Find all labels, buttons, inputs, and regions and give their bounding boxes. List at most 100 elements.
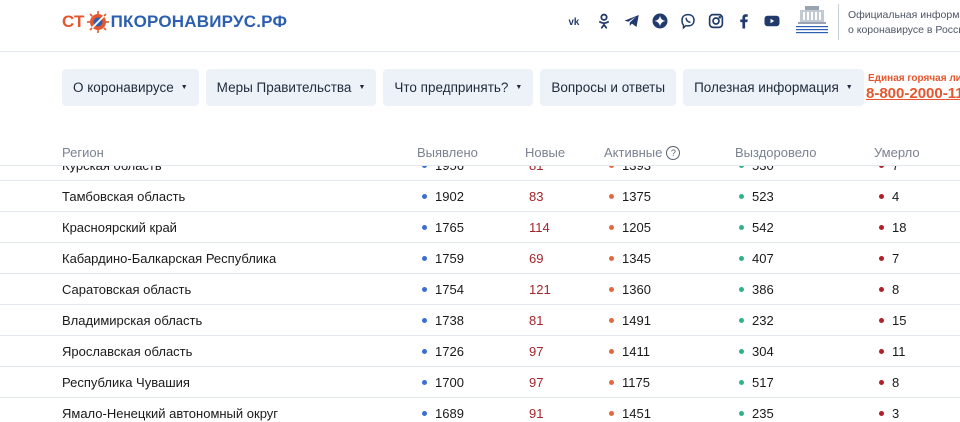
region-name: Ямало-Ненецкий автономный округ (62, 406, 278, 421)
detected-count-value: 1765 (435, 220, 464, 235)
region-name: Курская область (62, 166, 162, 173)
column-header-new[interactable]: Новые (525, 145, 565, 160)
status-dot-icon (879, 411, 884, 416)
region-name: Саратовская область (62, 282, 191, 297)
died-count: 7 (879, 251, 899, 266)
died-count-value: 18 (892, 220, 907, 235)
government-emblem-icon[interactable] (792, 2, 832, 42)
hotline-label: Единая горячая лини (868, 73, 960, 84)
social-links: vk (566, 10, 782, 32)
recovered-count: 530 (739, 166, 774, 173)
new-count-value: 83 (529, 189, 544, 204)
help-icon[interactable]: ? (666, 145, 681, 160)
nav-label: Вопросы и ответы (551, 80, 666, 95)
detected-count: 1765 (422, 220, 464, 235)
table-row[interactable]: Ямало-Ненецкий автономный округ 1689 91 145… (0, 398, 960, 422)
region-name-value: Саратовская область (62, 282, 192, 297)
status-dot-icon (609, 225, 614, 230)
table-row[interactable]: Тамбовская область 1902 83 1375 523 4 (0, 181, 960, 212)
detected-count: 1759 (422, 251, 464, 266)
vk-icon[interactable]: vk (566, 10, 586, 32)
active-count: 1451 (609, 406, 651, 421)
region-name-value: Ямало-Ненецкий автономный округ (62, 406, 279, 421)
region-name: Кабардино-Балкарская Республика (62, 251, 276, 266)
region-name-value: Курская область (62, 166, 162, 173)
region-name-value: Владимирская область (62, 313, 203, 328)
detected-count-value: 1759 (435, 251, 464, 266)
status-dot-icon (422, 194, 427, 199)
status-dot-icon (422, 166, 427, 168)
detected-count: 1902 (422, 189, 464, 204)
viber-icon[interactable] (678, 10, 698, 32)
nav-government-measures[interactable]: Меры Правительства ▼ (205, 69, 377, 106)
active-count: 1393 (609, 166, 651, 173)
new-count-value: 69 (529, 251, 544, 266)
new-count: 81 (529, 166, 543, 173)
official-info-text[interactable]: Официальная информаци о коронавирусе в Р… (848, 8, 960, 38)
recovered-count-value: 530 (752, 166, 774, 173)
died-count: 18 (879, 220, 906, 235)
column-header-detected[interactable]: Выявлено (417, 145, 478, 160)
table-header: Регион Выявлено Новые Активные ? Выздоро… (0, 140, 960, 166)
recovered-count: 235 (739, 406, 774, 421)
new-count-value: 91 (529, 406, 544, 421)
logo-text-end: ПКОРОНАВИРУС.РФ (110, 12, 288, 31)
status-dot-icon (879, 287, 884, 292)
active-count-value: 1411 (622, 344, 650, 359)
new-count: 83 (529, 189, 543, 204)
header-label: Умерло (874, 145, 920, 160)
new-count-value: 97 (529, 375, 544, 390)
chevron-down-icon: ▼ (180, 84, 188, 91)
table-row[interactable]: Курская область 1956 81 1393 530 7 (0, 166, 960, 181)
recovered-count: 517 (739, 375, 774, 390)
nav-about-coronavirus[interactable]: О коронавирусе ▼ (62, 69, 199, 106)
active-count: 1375 (609, 189, 651, 204)
table-row[interactable]: Владимирская область 1738 81 1491 232 15 (0, 305, 960, 336)
telegram-icon[interactable] (622, 10, 642, 32)
hotline-number-link[interactable]: 8-800-2000-11 (866, 85, 960, 102)
youtube-icon[interactable] (762, 10, 782, 32)
status-dot-icon (879, 318, 884, 323)
site-logo[interactable]: СТ ПКОРОНАВИРУС.РФ (62, 10, 287, 34)
odnoklassniki-icon[interactable] (594, 10, 614, 32)
nav-faq[interactable]: Вопросы и ответы (540, 69, 677, 106)
column-header-recovered[interactable]: Выздоровело (735, 145, 817, 160)
died-count-value: 15 (892, 313, 907, 328)
new-count: 97 (529, 344, 543, 359)
died-count-value: 7 (892, 251, 900, 266)
new-count-value: 97 (529, 344, 544, 359)
table-row[interactable]: Кабардино-Балкарская Республика 1759 69 134… (0, 243, 960, 274)
column-header-region[interactable]: Регион (62, 145, 104, 160)
table-row[interactable]: Ярославская область 1726 97 1411 304 11 (0, 336, 960, 367)
svg-text:vk: vk (569, 17, 580, 28)
status-dot-icon (879, 380, 884, 385)
detected-count-value: 1738 (435, 313, 464, 328)
died-count-value: 7 (892, 166, 899, 173)
status-dot-icon (739, 380, 744, 385)
died-count-value: 8 (892, 375, 900, 390)
table-row[interactable]: Саратовская область 1754 121 1360 386 8 (0, 274, 960, 305)
status-dot-icon (739, 256, 744, 261)
recovered-count: 304 (739, 344, 774, 359)
region-name: Красноярский край (62, 220, 177, 235)
column-header-active[interactable]: Активные ? (604, 145, 681, 160)
status-dot-icon (609, 380, 614, 385)
instagram-icon[interactable] (706, 10, 726, 32)
table-row[interactable]: Красноярский край 1765 114 1205 542 18 (0, 212, 960, 243)
table-row[interactable]: Республика Чувашия 1700 97 1175 517 8 (0, 367, 960, 398)
table-body: Курская область 1956 81 1393 530 7 Тамбовская … (0, 166, 960, 422)
header-label: Активные (604, 145, 663, 160)
active-count: 1360 (609, 282, 651, 297)
column-header-died[interactable]: Умерло (874, 145, 920, 160)
facebook-icon[interactable] (734, 10, 754, 32)
active-count-value: 1175 (622, 375, 650, 390)
new-count-value: 81 (529, 313, 544, 328)
nav-useful-info[interactable]: Полезная информация ▼ (683, 69, 864, 106)
yandex-zen-icon[interactable] (650, 10, 670, 32)
recovered-count-value: 304 (752, 344, 774, 359)
nav-what-to-do[interactable]: Что предпринять? ▼ (383, 69, 534, 106)
detected-count-value: 1700 (435, 375, 464, 390)
nav-label: О коронавирусе (73, 80, 174, 95)
header-label: Выявлено (417, 145, 478, 160)
main-nav: О коронавирусе ▼ Меры Правительства ▼ Чт… (62, 69, 864, 106)
